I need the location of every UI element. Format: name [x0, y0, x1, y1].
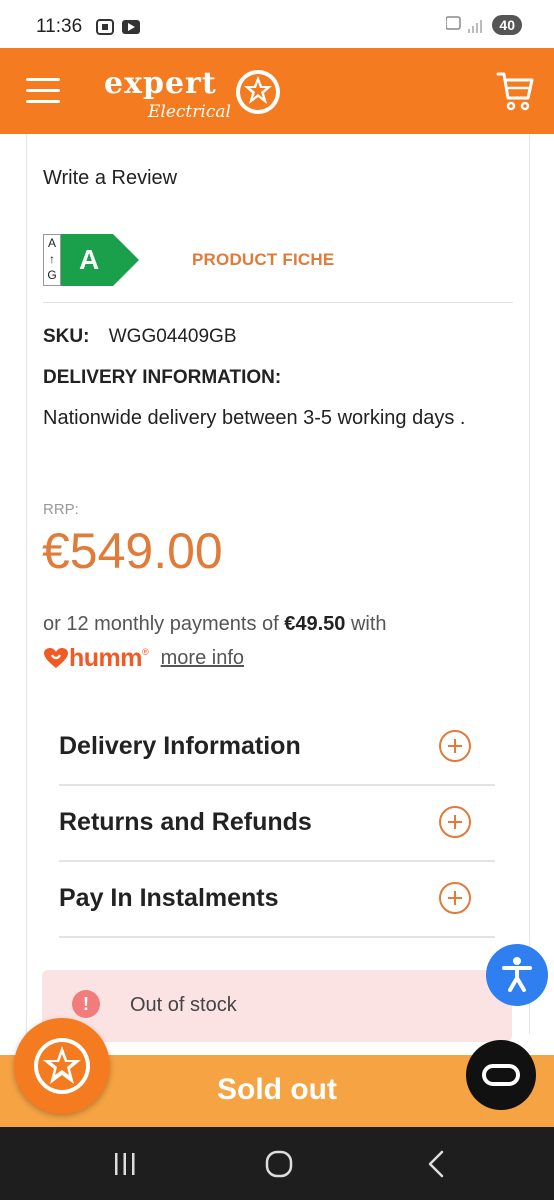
- accessibility-icon: [502, 957, 532, 992]
- cart-icon[interactable]: [496, 70, 534, 112]
- energy-scale: A ↑ G: [43, 234, 61, 286]
- status-system-icons: 40: [446, 15, 522, 35]
- status-bar: 11:36 40: [0, 0, 554, 48]
- delivery-info-label: DELIVERY INFORMATION:: [43, 367, 282, 388]
- accordion-returns-and-refunds[interactable]: Returns and Refunds: [59, 786, 495, 862]
- expert-floating-button[interactable]: [14, 1018, 110, 1114]
- plus-circle-icon[interactable]: [439, 882, 471, 914]
- accordion-delivery-information[interactable]: Delivery Information: [59, 710, 495, 786]
- battery-indicator: 40: [492, 15, 522, 35]
- alert-icon: !: [72, 990, 100, 1018]
- accessibility-button[interactable]: [486, 944, 548, 1006]
- accordion-label: Delivery Information: [59, 732, 301, 760]
- expert-star-icon: [236, 70, 280, 114]
- plus-circle-icon[interactable]: [439, 806, 471, 838]
- hamburger-icon[interactable]: [26, 78, 60, 104]
- more-info-link[interactable]: more info: [161, 647, 244, 670]
- energy-label[interactable]: A ↑ G A: [43, 234, 139, 286]
- site-header: expert Electrical: [0, 48, 554, 134]
- out-of-stock-notice: ! Out of stock: [42, 970, 512, 1042]
- chat-button[interactable]: [466, 1040, 536, 1110]
- sku-label: SKU:: [43, 326, 90, 347]
- product-fiche-link[interactable]: PRODUCT FICHE: [192, 250, 334, 270]
- energy-scale-top: A: [47, 236, 56, 250]
- monthly-payments-text: or 12 monthly payments of €49.50 with: [43, 613, 387, 636]
- accordion-label: Returns and Refunds: [59, 808, 312, 836]
- energy-arrow-icon: [61, 234, 139, 286]
- system-navigation-bar: [0, 1127, 554, 1200]
- home-icon[interactable]: [264, 1149, 294, 1179]
- energy-scale-arrow: ↑: [49, 252, 55, 266]
- accordion-label: Pay In Instalments: [59, 884, 279, 912]
- chat-icon: [482, 1064, 520, 1086]
- accordion-pay-in-instalments[interactable]: Pay In Instalments: [59, 862, 495, 938]
- energy-scale-bottom: G: [47, 268, 57, 282]
- humm-heart-icon: [44, 648, 68, 668]
- write-review-link[interactable]: Write a Review: [43, 167, 177, 190]
- humm-registered-mark: ®: [142, 647, 149, 657]
- humm-logo-text: humm: [69, 643, 143, 672]
- delivery-info-text: Nationwide delivery between 3-5 working …: [43, 407, 466, 429]
- status-notification-icons: [96, 18, 142, 41]
- product-price: €549.00: [42, 523, 223, 579]
- monthly-prefix: or 12 monthly payments of: [43, 613, 285, 635]
- sku-row: SKU: WGG04409GB: [43, 326, 237, 348]
- monthly-suffix: with: [345, 613, 387, 635]
- humm-row: humm ® more info: [43, 643, 244, 673]
- humm-logo: humm: [43, 643, 143, 673]
- out-of-stock-text: Out of stock: [130, 994, 237, 1016]
- sku-value: WGG04409GB: [108, 326, 237, 347]
- rrp-label: RRP:: [43, 501, 79, 518]
- signal-icon: [446, 16, 483, 33]
- back-icon[interactable]: [424, 1149, 448, 1179]
- monthly-amount: €49.50: [284, 613, 346, 635]
- energy-rating: A: [79, 244, 100, 275]
- divider: [43, 302, 513, 303]
- expert-star-icon: [34, 1038, 90, 1094]
- logo-subtitle: Electrical: [148, 102, 231, 122]
- logo-word: expert: [104, 66, 217, 101]
- recents-icon[interactable]: [112, 1151, 138, 1177]
- expert-logo[interactable]: expert Electrical: [104, 66, 284, 126]
- status-time: 11:36: [36, 16, 83, 37]
- plus-circle-icon[interactable]: [439, 730, 471, 762]
